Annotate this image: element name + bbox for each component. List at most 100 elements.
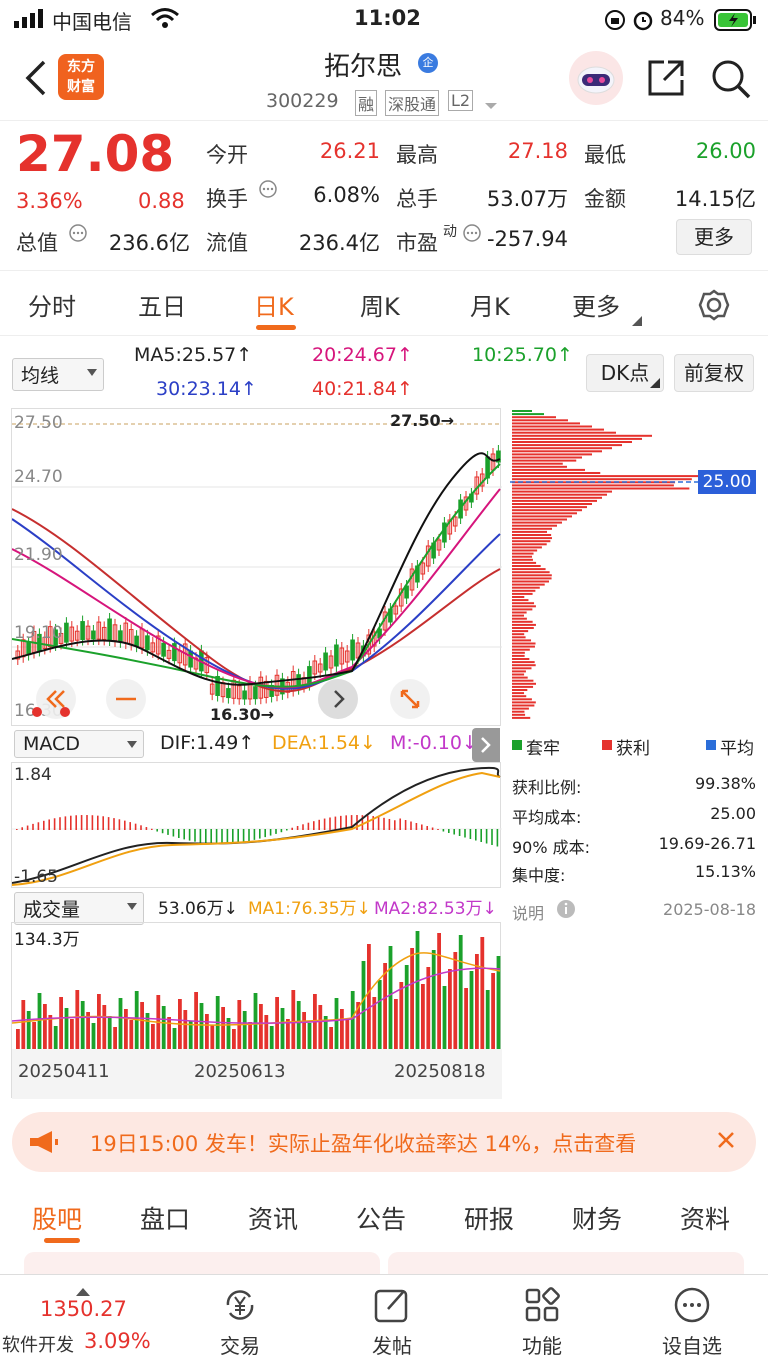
volume-bar xyxy=(340,1009,344,1049)
quote-panel: 27.08 3.36% 0.88 今开 26.21 最高 27.18 最低 26… xyxy=(0,120,768,270)
volume-bar xyxy=(26,1011,31,1049)
macd-bar xyxy=(264,829,266,838)
functions-button[interactable]: 功能 xyxy=(482,1275,602,1359)
event-dot[interactable] xyxy=(60,707,70,717)
index-value[interactable]: 1350.27 xyxy=(40,1297,127,1321)
chip-bar xyxy=(512,617,527,620)
tab-finance[interactable]: 财务 xyxy=(572,1200,622,1236)
macd-bar xyxy=(431,827,434,830)
volume-bar xyxy=(172,1028,177,1049)
candle xyxy=(118,630,123,643)
settings-icon[interactable] xyxy=(698,289,730,325)
macd-bar xyxy=(394,820,396,830)
volume-bar xyxy=(464,988,468,1049)
macd-bar xyxy=(410,821,412,830)
post-button[interactable]: 发帖 xyxy=(332,1275,452,1359)
chip-bar xyxy=(512,499,597,502)
trade-button[interactable]: 交易 xyxy=(180,1275,300,1359)
active-tab-indicator xyxy=(44,1238,80,1243)
collapse-panel-icon[interactable] xyxy=(472,728,500,762)
search-icon[interactable] xyxy=(710,58,752,104)
macd-bar xyxy=(80,815,83,830)
chip-bar xyxy=(512,630,529,633)
scroll-left-icon[interactable] xyxy=(36,679,76,719)
volume-bar xyxy=(91,1023,96,1049)
tab-intraday[interactable]: 分时 xyxy=(28,287,76,322)
macd-bar xyxy=(48,819,50,830)
tab-five-day[interactable]: 五日 xyxy=(138,287,186,322)
note-link[interactable]: 说明 xyxy=(512,900,544,924)
indicator-selector[interactable]: 均线 xyxy=(12,358,104,391)
candle xyxy=(161,642,166,657)
zoom-out-icon[interactable] xyxy=(106,679,146,719)
chip-bar xyxy=(512,698,532,701)
promo-banner[interactable]: 19日15:00 发车！实际止盈年化收益率达 14%，点击查看 xyxy=(12,1112,756,1172)
dropdown-icon[interactable] xyxy=(484,96,498,115)
volume-bar xyxy=(48,1015,53,1049)
macd-chart[interactable]: 1.84 -1.65 xyxy=(11,762,502,888)
dk-point-button[interactable]: DK点 xyxy=(586,354,664,392)
close-icon[interactable] xyxy=(714,1128,738,1156)
candle xyxy=(64,622,69,643)
chip-bar xyxy=(512,518,567,521)
tab-news[interactable]: 资讯 xyxy=(248,1200,298,1236)
chip-bar xyxy=(512,586,540,589)
volume-bar xyxy=(183,1010,188,1049)
macd-bar xyxy=(43,820,45,830)
chip-bar xyxy=(512,416,556,419)
ma20-value: 20:24.67↑ xyxy=(312,344,413,366)
tab-forum[interactable]: 股吧 xyxy=(32,1200,82,1236)
add-watchlist-button[interactable]: 设自选 xyxy=(632,1275,752,1359)
y-tick-4: 19.10 xyxy=(14,623,63,643)
macd-bar xyxy=(21,827,23,830)
fullscreen-icon[interactable] xyxy=(390,679,430,719)
volume-bar xyxy=(399,982,404,1049)
tab-more[interactable]: 更多 xyxy=(572,287,620,322)
legend-profit: 获利 xyxy=(616,739,650,759)
info-icon[interactable] xyxy=(68,223,88,247)
share-icon[interactable] xyxy=(646,58,686,102)
megaphone-icon xyxy=(28,1130,60,1158)
card-peek xyxy=(24,1252,380,1276)
chip-bar xyxy=(512,574,552,577)
volume-bar xyxy=(32,1022,36,1049)
candle xyxy=(307,666,312,686)
adjust-button[interactable]: 前复权 xyxy=(674,354,754,392)
tab-announcements[interactable]: 公告 xyxy=(356,1200,406,1236)
event-dot[interactable] xyxy=(32,707,42,717)
tab-daily-k[interactable]: 日K xyxy=(254,287,294,322)
m-value: M:-0.10↓ xyxy=(390,732,478,754)
candle xyxy=(26,642,31,656)
info-icon[interactable] xyxy=(556,899,576,923)
macd-selector[interactable]: MACD xyxy=(14,730,144,758)
tab-profile[interactable]: 资料 xyxy=(680,1200,730,1236)
chip-bar xyxy=(512,450,602,453)
tab-weekly-k[interactable]: 周K xyxy=(360,287,400,322)
mcap-value: 236.6亿 xyxy=(108,231,190,255)
last-price: 27.08 xyxy=(16,125,175,183)
amount-value: 14.15亿 xyxy=(674,187,756,211)
more-quote-button[interactable]: 更多 xyxy=(676,219,752,255)
info-icon[interactable] xyxy=(258,179,278,203)
scroll-right-icon[interactable] xyxy=(318,679,358,719)
change-percent: 3.36% xyxy=(16,189,83,213)
volume-chart[interactable]: 134.3万 20250411 20250613 20250818 xyxy=(11,922,502,1099)
chip-bar xyxy=(512,568,546,571)
chip-bar xyxy=(512,689,528,691)
volume-bar xyxy=(491,973,495,1049)
back-icon[interactable] xyxy=(24,60,48,100)
app-logo[interactable]: 东方 财富 xyxy=(58,54,104,100)
chip-bar xyxy=(512,468,585,471)
tab-monthly-k[interactable]: 月K xyxy=(470,287,510,322)
macd-top-tick: 1.84 xyxy=(14,765,52,785)
info-icon[interactable] xyxy=(462,223,482,247)
assistant-avatar-icon[interactable] xyxy=(568,50,624,110)
volume-selector[interactable]: 成交量 xyxy=(14,892,144,925)
macd-bar xyxy=(226,829,229,844)
macd-bar xyxy=(442,829,445,832)
macd-bar xyxy=(415,823,418,830)
macd-bar xyxy=(437,829,439,830)
tab-orderbook[interactable]: 盘口 xyxy=(140,1200,190,1236)
kline-chart[interactable]: 27.50 24.70 21.90 19.10 16.30 27.50→ 16.… xyxy=(11,408,502,726)
tab-research[interactable]: 研报 xyxy=(464,1200,514,1236)
